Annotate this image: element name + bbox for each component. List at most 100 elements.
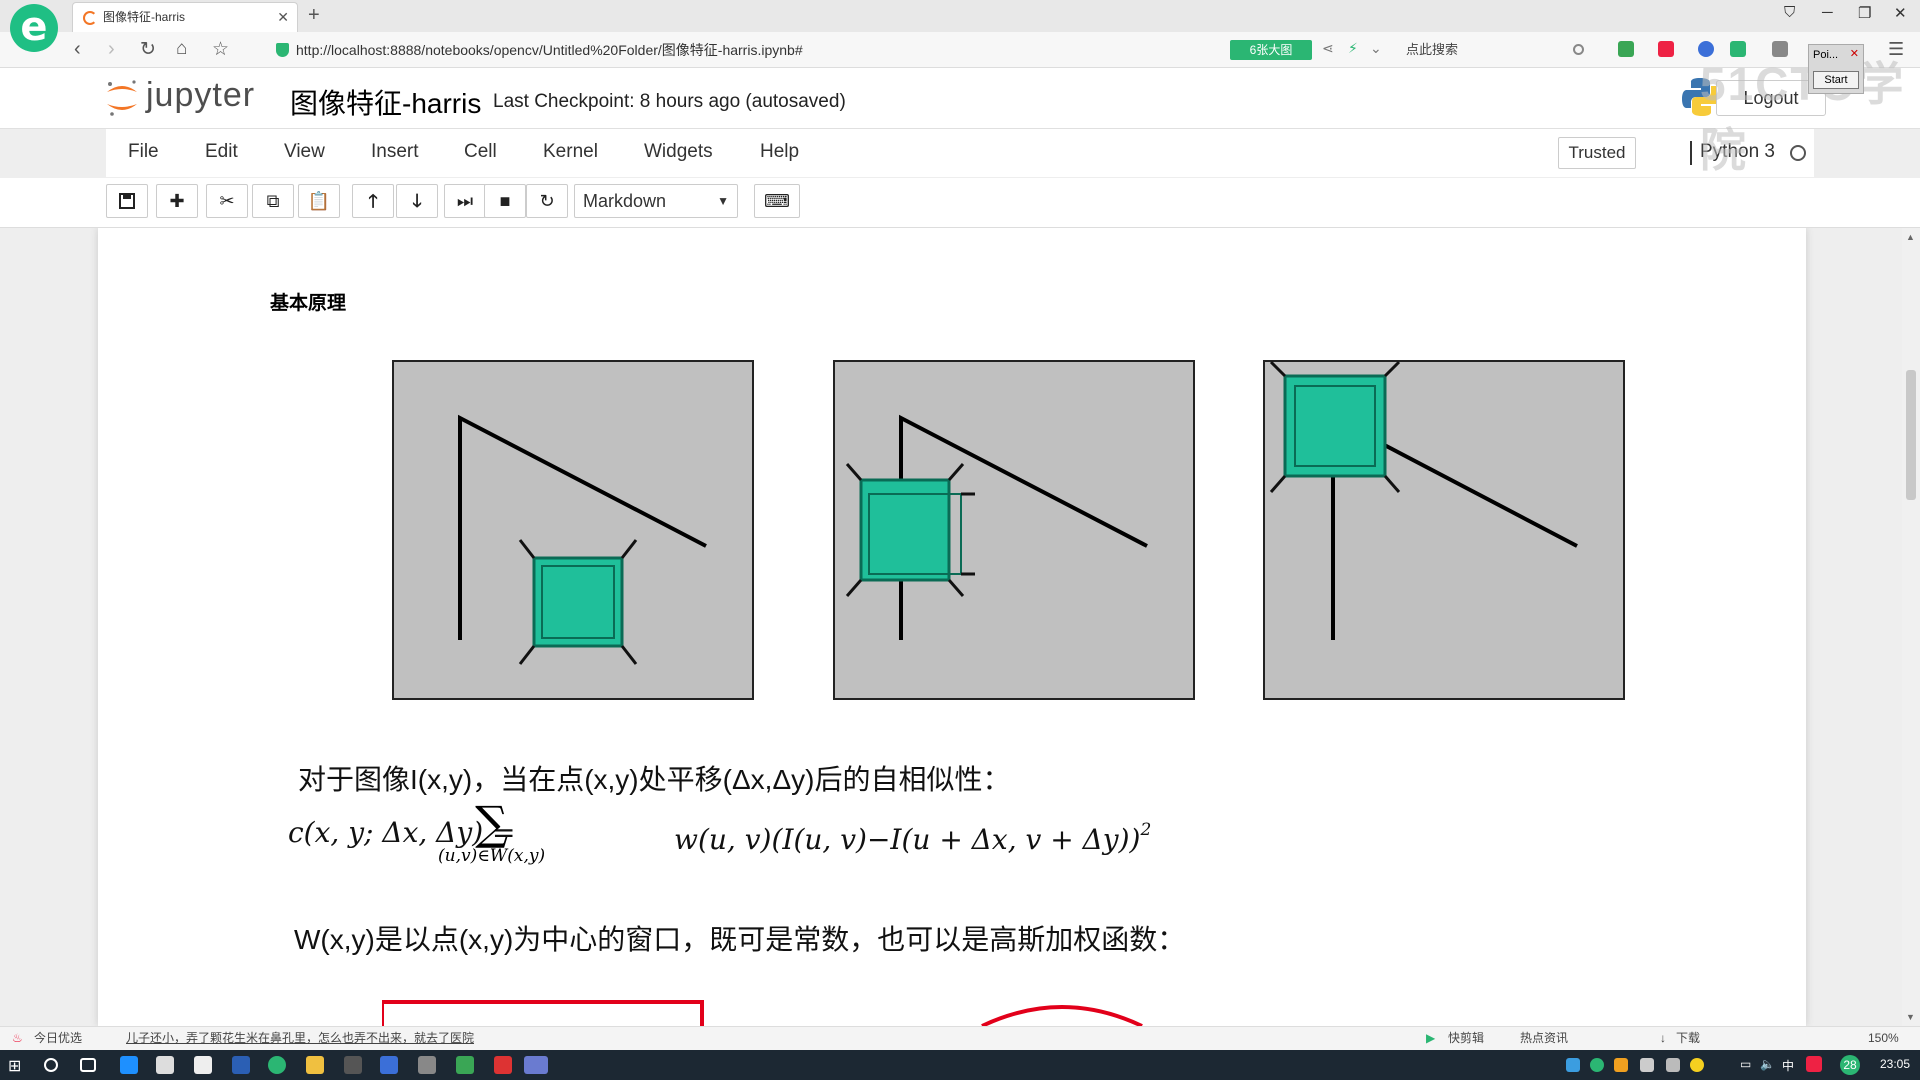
share-icon[interactable]: ⋖ [1322, 40, 1334, 57]
browser-tab[interactable]: 图像特征-harris ✕ [72, 2, 298, 32]
menu-widgets[interactable]: Widgets [644, 141, 713, 163]
run-button[interactable]: ⏭ [444, 184, 486, 218]
browser-task-icon[interactable] [268, 1056, 286, 1074]
news-ticker-link[interactable]: 儿子还小，弄了颗花生米在鼻孔里，怎么也弄不出来，就去了医院 [126, 1027, 474, 1049]
menu-view[interactable]: View [284, 141, 325, 163]
download-icon: ↓ [1660, 1031, 1666, 1045]
move-up-button[interactable]: 🡑 [352, 184, 394, 218]
download-link[interactable]: 下载 [1676, 1027, 1700, 1049]
mail-icon[interactable] [194, 1056, 212, 1074]
new-tab-icon[interactable]: + [308, 4, 320, 27]
close-window-icon[interactable]: ✕ [1894, 4, 1907, 22]
floating-recorder-window[interactable]: Poi... ✕ Start [1808, 44, 1864, 94]
news-icon: ♨ [12, 1031, 23, 1045]
restart-button[interactable]: ↻ [526, 184, 568, 218]
cell-type-select[interactable]: Markdown ▼ [574, 184, 738, 218]
cut-button[interactable]: ✂ [206, 184, 248, 218]
explorer-icon[interactable] [306, 1056, 324, 1074]
tab-title: 图像特征-harris [103, 10, 186, 24]
edge-icon[interactable] [120, 1056, 138, 1074]
move-down-button[interactable]: 🡓 [396, 184, 438, 218]
hot-news-link[interactable]: 热点资讯 [1520, 1027, 1568, 1049]
skin-icon[interactable]: ⛉ [1784, 4, 1795, 21]
url-text: http://localhost:8888/notebooks/opencv/U… [296, 42, 803, 58]
today-picks-link[interactable]: 今日优选 [34, 1027, 82, 1049]
flash-icon[interactable]: ⚡ [1348, 40, 1358, 57]
ime-indicator[interactable]: 中 [1782, 1057, 1794, 1074]
scroll-thumb[interactable] [1906, 370, 1916, 500]
stop-icon: ■ [499, 191, 511, 211]
next-figure-partial [382, 1000, 1143, 1026]
interrupt-button[interactable]: ■ [484, 184, 526, 218]
page-scrollbar[interactable]: ▲ ▼ [1902, 228, 1920, 1026]
jupyter-logo-icon[interactable] [104, 78, 140, 118]
copy-button[interactable]: ⧉ [252, 184, 294, 218]
menu-edit[interactable]: Edit [205, 141, 238, 163]
quick-clip-link[interactable]: 快剪辑 [1448, 1027, 1484, 1049]
notebook-title[interactable]: 图像特征-harris [290, 82, 481, 122]
search-input[interactable]: 点此搜索 [1400, 38, 1590, 62]
menu-kernel[interactable]: Kernel [543, 141, 598, 163]
battery-icon[interactable] [1666, 1058, 1680, 1072]
jupyter-tab-icon [83, 11, 97, 25]
network-icon[interactable]: ▭ [1740, 1057, 1751, 1071]
browser-logo-icon: e [10, 4, 58, 52]
start-button[interactable]: Start [1813, 71, 1859, 89]
tray-icon-3[interactable] [1614, 1058, 1628, 1072]
floating-close-icon[interactable]: ✕ [1850, 47, 1859, 60]
bookmark-star-icon[interactable]: ☆ [212, 38, 229, 61]
app2-icon[interactable] [380, 1056, 398, 1074]
save-button[interactable] [106, 184, 148, 218]
app4-icon[interactable] [456, 1056, 474, 1074]
vscode-icon[interactable] [232, 1056, 250, 1074]
app5-icon[interactable] [494, 1056, 512, 1074]
task-view-icon[interactable] [80, 1058, 96, 1072]
windows-start-icon[interactable]: ⊞ [8, 1056, 26, 1075]
url-field[interactable]: http://localhost:8888/notebooks/opencv/U… [272, 37, 1312, 63]
menu-cell[interactable]: Cell [464, 141, 497, 163]
cortana-icon[interactable] [44, 1058, 58, 1072]
flat-region-diagram [392, 360, 754, 700]
tray-icon-4[interactable] [1640, 1058, 1654, 1072]
tray-icon-6[interactable] [1806, 1056, 1822, 1072]
tray-icon-1[interactable] [1566, 1058, 1580, 1072]
scissors-extension-icon[interactable] [1658, 41, 1674, 57]
section-heading: 基本原理 [270, 293, 347, 314]
image-badge[interactable]: 6张大图 [1230, 40, 1312, 60]
zoom-level[interactable]: 150% [1868, 1027, 1899, 1049]
restart-icon: ↻ [539, 191, 555, 211]
tray-icon-2[interactable] [1590, 1058, 1604, 1072]
menubar: File Edit View Insert Cell Kernel Widget… [106, 129, 1814, 177]
active-app-icon[interactable] [524, 1056, 548, 1074]
tab-close-icon[interactable]: ✕ [277, 3, 289, 31]
search-icon[interactable] [1573, 44, 1584, 55]
trusted-indicator[interactable]: Trusted [1558, 137, 1636, 169]
notification-badge[interactable]: 28 [1840, 1055, 1860, 1075]
extension-icon[interactable] [1618, 41, 1634, 57]
menu-file[interactable]: File [128, 141, 159, 163]
quick-clip-icon: ▶ [1426, 1031, 1436, 1045]
reload-icon[interactable]: ↻ [140, 38, 156, 61]
minimize-icon[interactable]: ─ [1822, 4, 1833, 21]
app-icon[interactable] [344, 1056, 362, 1074]
command-palette-button[interactable]: ⌨ [754, 184, 800, 218]
dropdown-icon[interactable]: ⌄ [1370, 40, 1382, 57]
maximize-icon[interactable]: ❐ [1858, 4, 1871, 22]
menu-help[interactable]: Help [760, 141, 799, 163]
back-icon[interactable]: ‹ [74, 38, 81, 61]
app3-icon[interactable] [418, 1056, 436, 1074]
scroll-down-icon[interactable]: ▼ [1906, 1012, 1915, 1022]
jupyter-logo-text[interactable]: jupyter [146, 76, 255, 115]
insert-cell-button[interactable]: ✚ [156, 184, 198, 218]
store-icon[interactable] [156, 1056, 174, 1074]
paste-button[interactable]: 📋 [298, 184, 340, 218]
tray-icon-5[interactable] [1690, 1058, 1704, 1072]
checkpoint-status: Last Checkpoint: 8 hours ago (autosaved) [493, 91, 846, 112]
scroll-up-icon[interactable]: ▲ [1906, 232, 1915, 242]
home-icon[interactable]: ⌂ [176, 38, 187, 60]
floating-window-title: Poi... [1813, 49, 1839, 61]
clock[interactable]: 23:05 [1880, 1057, 1910, 1071]
volume-icon[interactable]: 🔈 [1760, 1057, 1775, 1071]
menu-insert[interactable]: Insert [371, 141, 419, 163]
forward-icon[interactable]: › [108, 38, 115, 61]
